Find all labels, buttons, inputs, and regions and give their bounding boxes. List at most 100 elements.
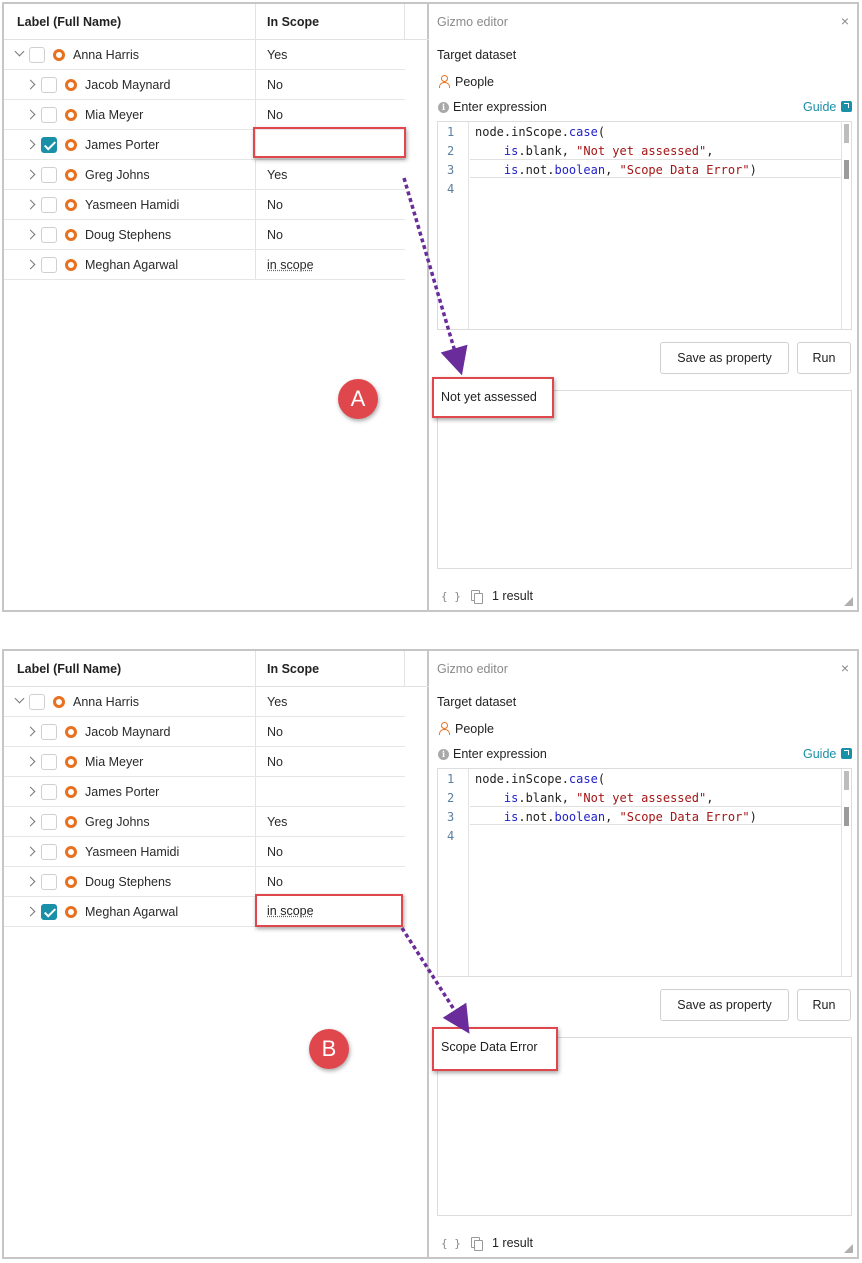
external-link-icon[interactable] (841, 101, 852, 112)
code-scrollbar[interactable] (841, 769, 851, 976)
table-row[interactable]: Anna Harris Yes (4, 40, 405, 70)
info-icon[interactable]: i (438, 749, 449, 760)
row-checkbox[interactable] (41, 77, 57, 93)
resize-handle-icon[interactable] (844, 597, 853, 606)
row-checkbox[interactable] (41, 754, 57, 770)
row-checkbox-checked[interactable] (41, 904, 57, 920)
chevron-right-icon[interactable] (25, 79, 36, 90)
dataset-name[interactable]: People (455, 75, 494, 89)
chevron-right-icon[interactable] (25, 816, 36, 827)
scrollbar-thumb[interactable] (844, 771, 849, 790)
guide-link[interactable]: Guide (803, 747, 836, 761)
code-braces-icon[interactable]: { } (441, 1237, 461, 1250)
dataset-name[interactable]: People (455, 722, 494, 736)
chevron-right-icon[interactable] (25, 786, 36, 797)
table-row[interactable]: James Porter (4, 777, 405, 807)
table-row[interactable]: Meghan Agarwal in scope (4, 250, 405, 280)
chevron-right-icon[interactable] (25, 726, 36, 737)
column-header-in-scope[interactable]: In Scope (267, 662, 319, 676)
copy-icon[interactable] (471, 1237, 483, 1251)
row-label: Greg Johns (85, 815, 150, 829)
row-in-scope-value: No (267, 108, 283, 122)
table-row[interactable]: Greg Johns Yes (4, 807, 405, 837)
chevron-right-icon[interactable] (25, 169, 36, 180)
external-link-icon[interactable] (841, 748, 852, 759)
chevron-right-icon[interactable] (25, 139, 36, 150)
row-checkbox[interactable] (41, 724, 57, 740)
run-button[interactable]: Run (797, 989, 851, 1021)
save-as-property-button[interactable]: Save as property (660, 342, 789, 374)
node-icon (65, 756, 77, 768)
row-checkbox[interactable] (41, 257, 57, 273)
row-checkbox[interactable] (41, 107, 57, 123)
table-row[interactable]: Doug Stephens No (4, 867, 405, 897)
close-icon[interactable]: × (841, 13, 849, 29)
table-rows: Anna Harris Yes Jacob Maynard No Mia Mey… (4, 40, 405, 280)
code-editor[interactable]: 1 2 3 4 node.inScope.case( is.blank, "No… (437, 121, 852, 330)
highlight-box-in-scope: in scope (255, 894, 403, 927)
row-label: Jacob Maynard (85, 725, 171, 739)
code-scrollbar[interactable] (841, 122, 851, 329)
node-icon (53, 49, 65, 61)
table-row[interactable]: Mia Meyer No (4, 100, 405, 130)
line-number: 1 (447, 772, 455, 786)
table-row[interactable]: Jacob Maynard No (4, 70, 405, 100)
chevron-right-icon[interactable] (25, 846, 36, 857)
chevron-right-icon[interactable] (25, 756, 36, 767)
line-number-gutter: 1 2 3 4 (438, 122, 469, 329)
table-row[interactable]: Greg Johns Yes (4, 160, 405, 190)
table-row[interactable]: Mia Meyer No (4, 747, 405, 777)
code-braces-icon[interactable]: { } (441, 590, 461, 603)
copy-icon[interactable] (471, 590, 483, 604)
resize-handle-icon[interactable] (844, 1244, 853, 1253)
table-row[interactable]: Anna Harris Yes (4, 687, 405, 717)
chevron-right-icon[interactable] (25, 906, 36, 917)
chevron-right-icon[interactable] (25, 259, 36, 270)
chevron-down-icon[interactable] (14, 46, 25, 57)
chevron-right-icon[interactable] (25, 109, 36, 120)
row-in-scope-value: in scope (267, 258, 314, 272)
chevron-right-icon[interactable] (25, 876, 36, 887)
row-checkbox-checked[interactable] (41, 137, 57, 153)
row-label: Meghan Agarwal (85, 905, 179, 919)
column-divider (404, 651, 405, 687)
row-checkbox[interactable] (41, 227, 57, 243)
row-label: James Porter (85, 785, 160, 799)
table-row[interactable]: Jacob Maynard No (4, 717, 405, 747)
chevron-right-icon[interactable] (25, 229, 36, 240)
editor-title: Gizmo editor (437, 662, 508, 676)
gizmo-editor: Gizmo editor × Target dataset People i E… (431, 4, 857, 610)
line-number: 2 (447, 144, 455, 158)
column-header-in-scope[interactable]: In Scope (267, 15, 319, 29)
row-label: Mia Meyer (85, 755, 144, 769)
run-button[interactable]: Run (797, 342, 851, 374)
row-label: Meghan Agarwal (85, 258, 179, 272)
save-as-property-button[interactable]: Save as property (660, 989, 789, 1021)
chevron-down-icon[interactable] (14, 693, 25, 704)
row-checkbox[interactable] (29, 47, 45, 63)
column-header-label[interactable]: Label (Full Name) (17, 15, 121, 29)
row-checkbox[interactable] (41, 197, 57, 213)
row-checkbox[interactable] (41, 874, 57, 890)
result-count: 1 result (492, 589, 533, 603)
table-header: Label (Full Name) In Scope (4, 4, 429, 40)
person-icon (439, 722, 450, 735)
close-icon[interactable]: × (841, 660, 849, 676)
scrollbar-thumb[interactable] (844, 124, 849, 143)
expression-label: Enter expression (453, 100, 547, 114)
row-label: Doug Stephens (85, 875, 172, 889)
table-row[interactable]: Doug Stephens No (4, 220, 405, 250)
code-editor[interactable]: 1 2 3 4 node.inScope.case( is.blank, "No… (437, 768, 852, 977)
guide-link[interactable]: Guide (803, 100, 836, 114)
row-checkbox[interactable] (41, 814, 57, 830)
row-checkbox[interactable] (29, 694, 45, 710)
row-in-scope-value: No (267, 228, 283, 242)
row-checkbox[interactable] (41, 167, 57, 183)
info-icon[interactable]: i (438, 102, 449, 113)
chevron-right-icon[interactable] (25, 199, 36, 210)
row-checkbox[interactable] (41, 844, 57, 860)
table-row[interactable]: Yasmeen Hamidi No (4, 837, 405, 867)
table-row[interactable]: Yasmeen Hamidi No (4, 190, 405, 220)
column-header-label[interactable]: Label (Full Name) (17, 662, 121, 676)
row-checkbox[interactable] (41, 784, 57, 800)
